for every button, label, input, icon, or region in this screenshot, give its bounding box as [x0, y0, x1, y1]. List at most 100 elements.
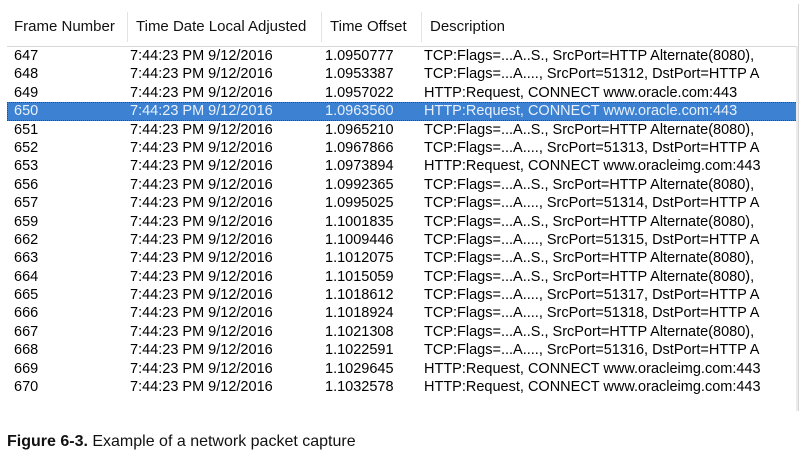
cell-description: TCP:Flags=...A..S., SrcPort=HTTP Alterna…	[424, 323, 755, 340]
cell-time-date: 7:44:23 PM 9/12/2016	[130, 158, 273, 175]
cell-time-date: 7:44:23 PM 9/12/2016	[130, 139, 273, 156]
cell-frame-number: 650	[14, 103, 39, 120]
figure-caption: Figure 6-3. Example of a network packet …	[7, 433, 356, 451]
cell-time-date: 7:44:23 PM 9/12/2016	[130, 342, 273, 359]
cell-time-offset: 1.0992365	[325, 176, 394, 193]
cell-description: HTTP:Request, CONNECT www.oracle.com:443	[424, 84, 738, 101]
cell-time-date: 7:44:23 PM 9/12/2016	[130, 379, 273, 396]
figure-label: Figure 6-3.	[7, 433, 88, 450]
table-row[interactable]: 666 7:44:23 PM 9/12/2016 1.1018924 TCP:Flag…	[7, 304, 798, 322]
cell-time-offset: 1.1009446	[325, 231, 394, 248]
cell-description: TCP:Flags=...A...., SrcPort=51316, DstPo…	[424, 342, 760, 359]
cell-frame-number: 662	[14, 231, 39, 248]
cell-frame-number: 648	[14, 66, 39, 83]
cell-frame-number: 647	[14, 48, 39, 64]
cell-frame-number: 656	[14, 176, 39, 193]
cell-time-offset: 1.1032578	[325, 379, 394, 396]
column-header-time-offset[interactable]: Time Offset	[330, 18, 407, 35]
column-divider[interactable]	[421, 12, 422, 42]
cell-frame-number: 670	[14, 379, 39, 396]
cell-time-offset: 1.0965210	[325, 121, 394, 138]
cell-frame-number: 663	[14, 250, 39, 267]
cell-description: TCP:Flags=...A..S., SrcPort=HTTP Alterna…	[424, 176, 755, 193]
cell-time-offset: 1.0950777	[325, 48, 394, 64]
packet-capture-grid: Frame Number Time Date Local Adjusted Ti…	[7, 4, 799, 411]
cell-time-offset: 1.1022591	[325, 342, 394, 359]
table-row[interactable]: 647 7:44:23 PM 9/12/2016 1.0950777 TCP:Flag…	[7, 47, 798, 65]
column-header-description[interactable]: Description	[430, 18, 505, 35]
table-row[interactable]: 657 7:44:23 PM 9/12/2016 1.0995025 TCP:Flag…	[7, 194, 798, 212]
cell-description: TCP:Flags=...A..S., SrcPort=HTTP Alterna…	[424, 250, 755, 267]
cell-time-offset: 1.0963560	[325, 103, 394, 120]
grid-header: Frame Number Time Date Local Adjusted Ti…	[7, 4, 798, 47]
cell-frame-number: 664	[14, 268, 39, 285]
table-row[interactable]: 649 7:44:23 PM 9/12/2016 1.0957022 HTTP:Req…	[7, 84, 798, 102]
cell-time-date: 7:44:23 PM 9/12/2016	[130, 176, 273, 193]
cell-time-date: 7:44:23 PM 9/12/2016	[130, 48, 273, 64]
table-row[interactable]: 662 7:44:23 PM 9/12/2016 1.1009446 TCP:Flag…	[7, 231, 798, 249]
cell-time-date: 7:44:23 PM 9/12/2016	[130, 250, 273, 267]
cell-frame-number: 667	[14, 323, 39, 340]
cell-description: TCP:Flags=...A..S., SrcPort=HTTP Alterna…	[424, 213, 755, 230]
table-row[interactable]: 664 7:44:23 PM 9/12/2016 1.1015059 TCP:Flag…	[7, 268, 798, 286]
table-row[interactable]: 668 7:44:23 PM 9/12/2016 1.1022591 TCP:Flag…	[7, 341, 798, 359]
figure-caption-text: Example of a network packet capture	[92, 433, 356, 450]
cell-frame-number: 649	[14, 84, 39, 101]
cell-time-offset: 1.1021308	[325, 323, 394, 340]
cell-time-offset: 1.1012075	[325, 250, 394, 267]
cell-frame-number: 652	[14, 139, 39, 156]
cell-description: TCP:Flags=...A..S., SrcPort=HTTP Alterna…	[424, 268, 755, 285]
cell-time-offset: 1.1001835	[325, 213, 394, 230]
cell-time-date: 7:44:23 PM 9/12/2016	[130, 268, 273, 285]
cell-description: TCP:Flags=...A...., SrcPort=51315, DstPo…	[424, 231, 760, 248]
cell-time-date: 7:44:23 PM 9/12/2016	[130, 84, 273, 101]
cell-time-offset: 1.1015059	[325, 268, 394, 285]
column-header-frame-number[interactable]: Frame Number	[14, 18, 115, 35]
cell-frame-number: 653	[14, 158, 39, 175]
table-row[interactable]: 663 7:44:23 PM 9/12/2016 1.1012075 TCP:Flag…	[7, 249, 798, 267]
cell-time-date: 7:44:23 PM 9/12/2016	[130, 66, 273, 83]
table-row[interactable]: 667 7:44:23 PM 9/12/2016 1.1021308 TCP:Flag…	[7, 323, 798, 341]
table-row[interactable]: 665 7:44:23 PM 9/12/2016 1.1018612 TCP:Flag…	[7, 286, 798, 304]
cell-frame-number: 666	[14, 305, 39, 322]
cell-time-date: 7:44:23 PM 9/12/2016	[130, 121, 273, 138]
cell-frame-number: 668	[14, 342, 39, 359]
cell-time-date: 7:44:23 PM 9/12/2016	[130, 103, 273, 120]
cell-time-date: 7:44:23 PM 9/12/2016	[130, 323, 273, 340]
cell-time-offset: 1.1018924	[325, 305, 394, 322]
table-row[interactable]: 669 7:44:23 PM 9/12/2016 1.1029645 HTTP:Req…	[7, 360, 798, 378]
cell-time-offset: 1.0973894	[325, 158, 394, 175]
table-row[interactable]: 652 7:44:23 PM 9/12/2016 1.0967866 TCP:Flag…	[7, 139, 798, 157]
cell-description: TCP:Flags=...A...., SrcPort=51314, DstPo…	[424, 195, 760, 212]
table-row[interactable]: 656 7:44:23 PM 9/12/2016 1.0992365 TCP:Flag…	[7, 176, 798, 194]
cell-description: HTTP:Request, CONNECT www.oracleimg.com:…	[424, 360, 761, 377]
cell-time-offset: 1.1018612	[325, 287, 394, 304]
cell-time-offset: 1.1029645	[325, 360, 394, 377]
cell-frame-number: 665	[14, 287, 39, 304]
column-header-time-date[interactable]: Time Date Local Adjusted	[136, 18, 306, 35]
cell-time-date: 7:44:23 PM 9/12/2016	[130, 305, 273, 322]
cell-time-offset: 1.0995025	[325, 195, 394, 212]
cell-time-offset: 1.0967866	[325, 139, 394, 156]
table-row[interactable]: 648 7:44:23 PM 9/12/2016 1.0953387 TCP:Flag…	[7, 65, 798, 83]
cell-description: HTTP:Request, CONNECT www.oracleimg.com:…	[424, 158, 761, 175]
cell-frame-number: 659	[14, 213, 39, 230]
table-row-selected[interactable]: 650 7:44:23 PM 9/12/2016 1.0963560 HTTP:Req…	[7, 102, 798, 121]
cell-description: TCP:Flags=...A..S., SrcPort=HTTP Alterna…	[424, 121, 755, 138]
cell-description: TCP:Flags=...A..S., SrcPort=HTTP Alterna…	[424, 48, 755, 64]
vertical-scrollbar[interactable]	[796, 46, 798, 411]
table-row[interactable]: 653 7:44:23 PM 9/12/2016 1.0973894 HTTP:Req…	[7, 157, 798, 175]
cell-description: TCP:Flags=...A...., SrcPort=51317, DstPo…	[424, 287, 760, 304]
cell-description: TCP:Flags=...A...., SrcPort=51318, DstPo…	[424, 305, 760, 322]
table-row[interactable]: 651 7:44:23 PM 9/12/2016 1.0965210 TCP:Flag…	[7, 121, 798, 139]
cell-description: TCP:Flags=...A...., SrcPort=51312, DstPo…	[424, 66, 760, 83]
cell-time-date: 7:44:23 PM 9/12/2016	[130, 195, 273, 212]
table-row[interactable]: 670 7:44:23 PM 9/12/2016 1.1032578 HTTP:Req…	[7, 378, 798, 396]
column-divider[interactable]	[321, 12, 322, 42]
table-row[interactable]: 659 7:44:23 PM 9/12/2016 1.1001835 TCP:Flag…	[7, 213, 798, 231]
cell-time-date: 7:44:23 PM 9/12/2016	[130, 360, 273, 377]
cell-time-offset: 1.0953387	[325, 66, 394, 83]
cell-time-date: 7:44:23 PM 9/12/2016	[130, 213, 273, 230]
cell-time-date: 7:44:23 PM 9/12/2016	[130, 287, 273, 304]
column-divider[interactable]	[127, 12, 128, 42]
